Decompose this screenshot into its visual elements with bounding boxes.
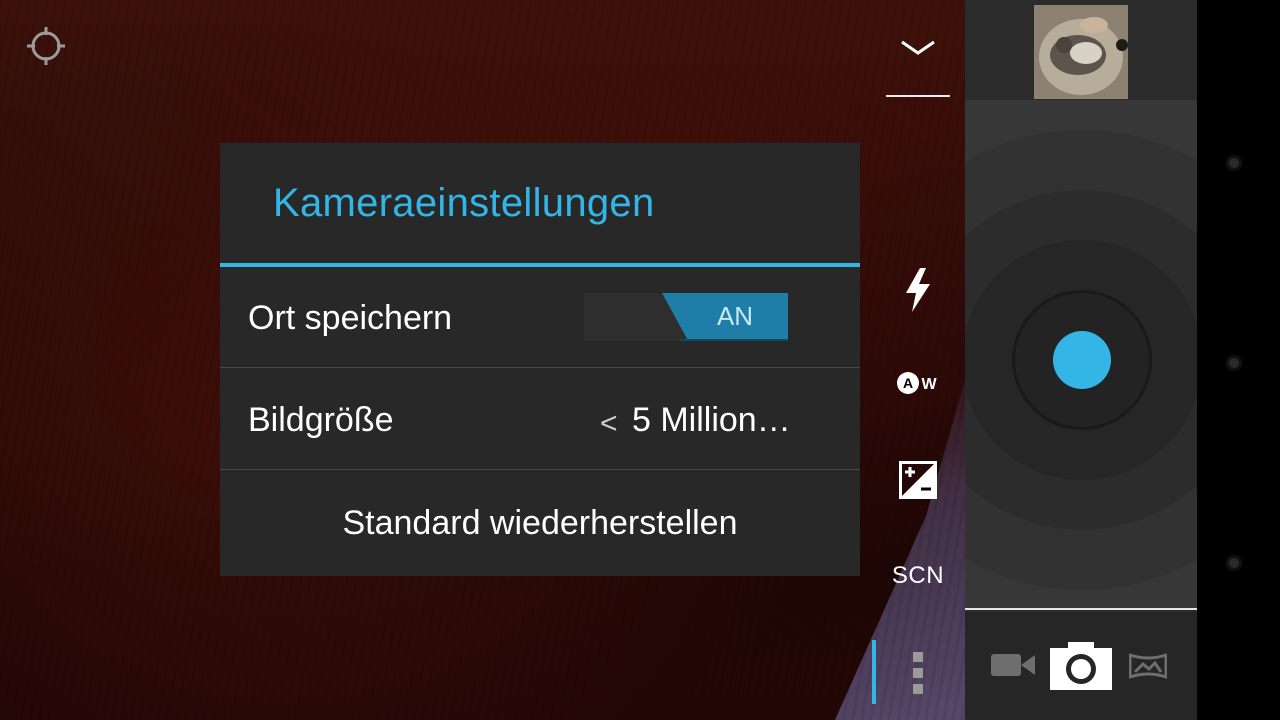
dialog-title: Kameraeinstellungen <box>273 181 655 225</box>
scene-mode-button[interactable]: SCN <box>872 558 964 594</box>
flash-button[interactable] <box>872 265 964 315</box>
svg-text:W: W <box>921 376 937 393</box>
white-balance-button[interactable]: A W <box>872 365 964 401</box>
picture-size-arrow[interactable]: < <box>600 407 618 441</box>
more-vertical-icon <box>913 652 923 694</box>
white-balance-auto-icon: A W <box>897 372 937 394</box>
chevron-down-icon <box>901 40 935 55</box>
restore-defaults-button[interactable]: Standard wiederherstellen <box>220 470 860 576</box>
video-icon[interactable] <box>991 650 1035 680</box>
shutter-panel <box>965 0 1197 720</box>
nav-dot-bottom[interactable] <box>1229 558 1239 568</box>
picture-size-label: Bildgröße <box>248 401 394 439</box>
toggle-shadow <box>680 339 788 341</box>
location-toggle[interactable]: AN <box>584 293 788 341</box>
panorama-icon[interactable] <box>1129 652 1167 680</box>
photo-thumbnail-image <box>1034 5 1128 99</box>
exposure-button[interactable] <box>872 460 964 500</box>
camera-settings-strip: A W SCN <box>872 0 964 720</box>
collapse-settings-button[interactable] <box>872 28 964 68</box>
more-settings-button[interactable] <box>872 650 964 696</box>
svg-text:A: A <box>903 375 913 391</box>
camera-icon[interactable] <box>1050 640 1112 690</box>
toggle-on-label: AN <box>662 293 788 339</box>
mode-divider <box>965 608 1197 610</box>
flash-icon <box>906 268 930 312</box>
last-photo-thumbnail[interactable] <box>1034 5 1128 99</box>
navigation-strip <box>1197 0 1280 720</box>
shutter-button[interactable] <box>1015 293 1149 427</box>
nav-dot-top[interactable] <box>1229 158 1239 168</box>
location-label: Ort speichern <box>248 299 453 337</box>
camera-settings-dialog: Kameraeinstellungen Ort speichern AN Bil… <box>220 143 860 576</box>
picture-size-value: 5 Million… <box>632 401 791 439</box>
nav-dot-middle[interactable] <box>1229 358 1239 368</box>
focus-target-icon[interactable] <box>25 25 67 67</box>
exposure-icon <box>899 461 937 499</box>
scene-mode-label: SCN <box>891 562 945 589</box>
collapse-underline <box>886 95 950 97</box>
shutter-dot <box>1053 331 1111 389</box>
